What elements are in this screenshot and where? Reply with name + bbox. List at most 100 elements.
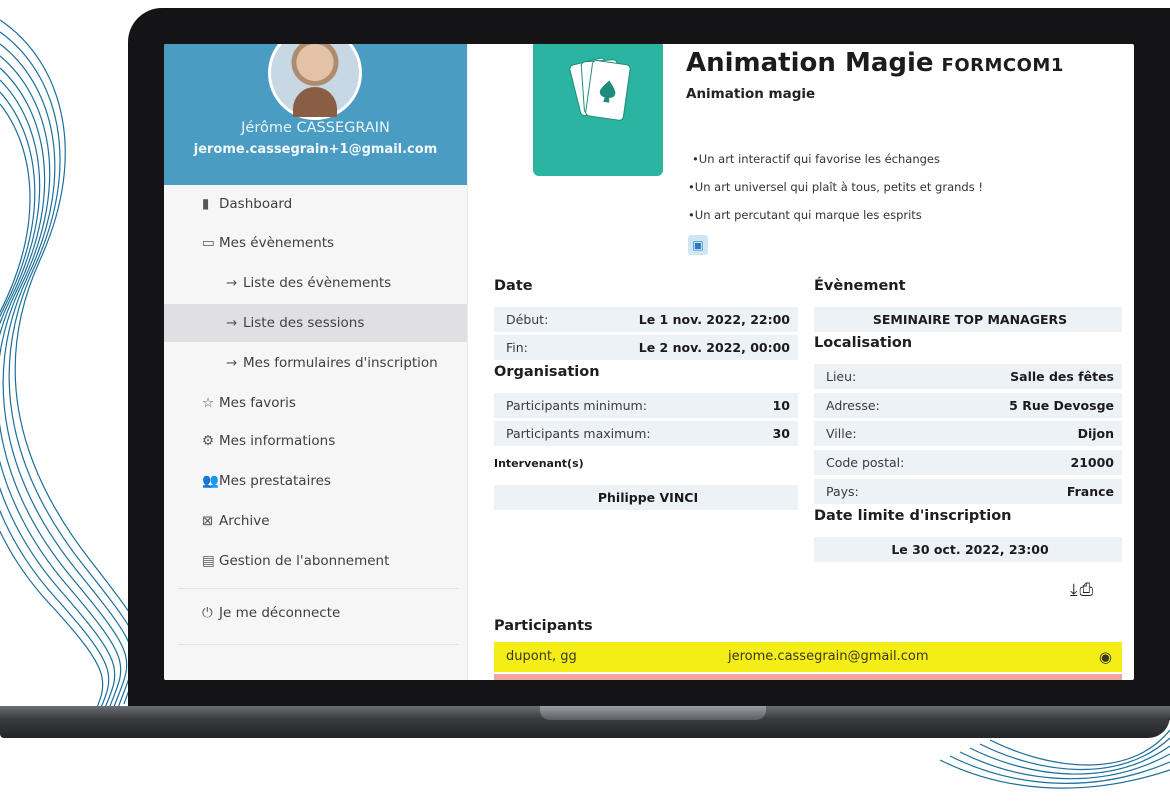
sidebar-divider xyxy=(178,588,458,589)
row-label: Début: xyxy=(506,312,549,327)
arrow-right-icon: → xyxy=(226,275,238,291)
organisation-section-title: Organisation xyxy=(494,364,600,380)
sidebar-item-label: Gestion de l'abonnement xyxy=(219,553,390,569)
sidebar-item-label: Mes informations xyxy=(219,433,336,449)
laptop-notch xyxy=(540,706,766,720)
sidebar: Jérôme CASSEGRAIN jerome.cassegrain+1@gm… xyxy=(164,44,468,680)
download-icon[interactable]: ⤓ xyxy=(1070,580,1080,600)
date-end-row: Fin: Le 2 nov. 2022, 00:00 xyxy=(494,335,798,360)
sidebar-item-mes-informations[interactable]: ⚙ Mes informations xyxy=(164,422,467,460)
row-label: Participants minimum: xyxy=(506,398,647,413)
adresse-row: Adresse: 5 Rue Devosge xyxy=(814,393,1122,418)
row-label: Participants maximum: xyxy=(506,426,651,441)
sidebar-item-mes-formulaires[interactable]: → Mes formulaires d'inscription xyxy=(164,344,467,382)
app-screen: Jérôme CASSEGRAIN jerome.cassegrain+1@gm… xyxy=(164,44,1134,680)
main-content: Animation Magie FORMCOM1 Animation magie … xyxy=(468,44,1134,680)
sidebar-divider xyxy=(178,644,458,645)
sidebar-item-label: Mes prestataires xyxy=(219,473,331,489)
arrow-right-icon: → xyxy=(226,355,238,371)
row-value: Le 1 nov. 2022, 22:00 xyxy=(638,312,790,327)
date-start-row: Début: Le 1 nov. 2022, 22:00 xyxy=(494,307,798,332)
deadline-row: Le 30 oct. 2022, 23:00 xyxy=(814,537,1122,562)
document-icon[interactable]: ▣ xyxy=(688,235,708,255)
user-name: Jérôme CASSEGRAIN xyxy=(241,120,390,136)
row-value: France xyxy=(1066,484,1114,499)
sidebar-item-label: Mes favoris xyxy=(219,395,296,411)
sidebar-item-mes-evenements[interactable]: ▭ Mes évènements xyxy=(164,224,467,262)
sidebar-item-gestion-abonnement[interactable]: ▤ Gestion de l'abonnement xyxy=(164,542,467,580)
row-label: Adresse: xyxy=(826,398,880,413)
evenement-name: SEMINAIRE TOP MANAGERS xyxy=(872,312,1068,327)
print-icon[interactable]: ⎙ xyxy=(1080,580,1096,600)
participant-name: dupont, gg xyxy=(506,649,577,664)
star-icon: ☆ xyxy=(202,395,215,411)
sidebar-item-archive[interactable]: ⊠ Archive xyxy=(164,502,467,540)
sidebar-item-mes-prestataires[interactable]: 👥Mes prestataires xyxy=(164,462,467,500)
sidebar-item-liste-evenements[interactable]: → Liste des évènements xyxy=(164,264,467,302)
sidebar-item-dashboard[interactable]: ▮ Dashboard xyxy=(164,185,467,223)
avatar[interactable] xyxy=(268,44,362,120)
code-postal-row: Code postal: 21000 xyxy=(814,450,1122,475)
row-label: Pays: xyxy=(826,484,859,499)
date-section-title: Date xyxy=(494,278,533,294)
event-bullet: •Un art interactif qui favorise les écha… xyxy=(692,152,940,166)
subscription-icon: ▤ xyxy=(202,553,215,569)
event-title: Animation Magie FORMCOM1 xyxy=(686,48,1064,78)
lieu-row: Lieu: Salle des fêtes xyxy=(814,364,1122,389)
participants-max-row: Participants maximum: 30 xyxy=(494,421,798,446)
event-bullet: •Un art universel qui plaît à tous, peti… xyxy=(688,180,983,194)
intervenant-title: Intervenant(s) xyxy=(494,457,584,470)
toolbar: ⤓⎙ xyxy=(1070,580,1095,600)
row-label: Ville: xyxy=(826,426,857,441)
sidebar-item-label: Archive xyxy=(219,513,270,529)
row-value: 10 xyxy=(772,398,790,413)
sidebar-item-label: Mes formulaires d'inscription xyxy=(243,355,438,371)
event-bullet: •Un art percutant qui marque les esprits xyxy=(688,208,922,222)
row-label: Code postal: xyxy=(826,455,905,470)
event-code: FORMCOM1 xyxy=(941,55,1064,76)
arrow-right-icon: → xyxy=(226,315,238,331)
archive-icon: ⊠ xyxy=(202,513,214,529)
users-icon: 👥 xyxy=(202,473,219,489)
row-value: Dijon xyxy=(1077,426,1114,441)
event-title-text: Animation Magie xyxy=(686,48,934,78)
row-label: Fin: xyxy=(506,340,528,355)
sidebar-item-label: Mes évènements xyxy=(219,235,335,251)
sidebar-item-label: Dashboard xyxy=(219,196,293,212)
sidebar-item-mes-favoris[interactable]: ☆ Mes favoris xyxy=(164,384,467,422)
row-value: 5 Rue Devosge xyxy=(1009,398,1114,413)
participant-email: jerome.cassegrain@gmail.com xyxy=(728,649,929,664)
participants-section-title: Participants xyxy=(494,618,593,634)
evenement-name-row: SEMINAIRE TOP MANAGERS xyxy=(814,307,1122,332)
bar-chart-icon: ▮ xyxy=(202,196,210,212)
sidebar-item-label: Liste des sessions xyxy=(243,315,365,331)
logout-label: Je me déconnecte xyxy=(219,605,341,621)
row-value: Le 2 nov. 2022, 00:00 xyxy=(638,340,790,355)
logout-button[interactable]: ⏻ Je me déconnecte xyxy=(164,594,467,632)
settings-icon: ⚙ xyxy=(202,433,215,449)
event-image xyxy=(533,44,663,176)
profile-header: Jérôme CASSEGRAIN jerome.cassegrain+1@gm… xyxy=(164,44,467,185)
intervenant-name: Philippe VINCI xyxy=(597,490,699,505)
row-label: Lieu: xyxy=(826,369,857,384)
row-value: 30 xyxy=(772,426,790,441)
deadline-value: Le 30 oct. 2022, 23:00 xyxy=(891,542,1049,557)
pays-row: Pays: France xyxy=(814,479,1122,504)
sidebar-item-liste-sessions[interactable]: → Liste des sessions xyxy=(164,304,467,342)
ville-row: Ville: Dijon xyxy=(814,421,1122,446)
sidebar-item-label: Liste des évènements xyxy=(243,275,392,291)
user-email: jerome.cassegrain+1@gmail.com xyxy=(193,142,438,157)
evenement-section-title: Évènement xyxy=(814,278,906,294)
intervenant-row: Philippe VINCI xyxy=(494,485,798,510)
deadline-section-title: Date limite d'inscription xyxy=(814,508,1012,524)
row-value: Salle des fêtes xyxy=(1010,369,1114,384)
table-row xyxy=(494,674,1122,680)
power-icon: ⏻ xyxy=(202,605,213,621)
row-value: 21000 xyxy=(1070,455,1115,470)
playing-cards-icon xyxy=(569,57,631,121)
eye-icon[interactable]: ◉ xyxy=(1099,642,1112,672)
calendar-icon: ▭ xyxy=(202,235,215,251)
participants-min-row: Participants minimum: 10 xyxy=(494,393,798,418)
localisation-section-title: Localisation xyxy=(814,335,913,351)
table-row[interactable]: dupont, gg jerome.cassegrain@gmail.com ◉ xyxy=(494,642,1122,672)
